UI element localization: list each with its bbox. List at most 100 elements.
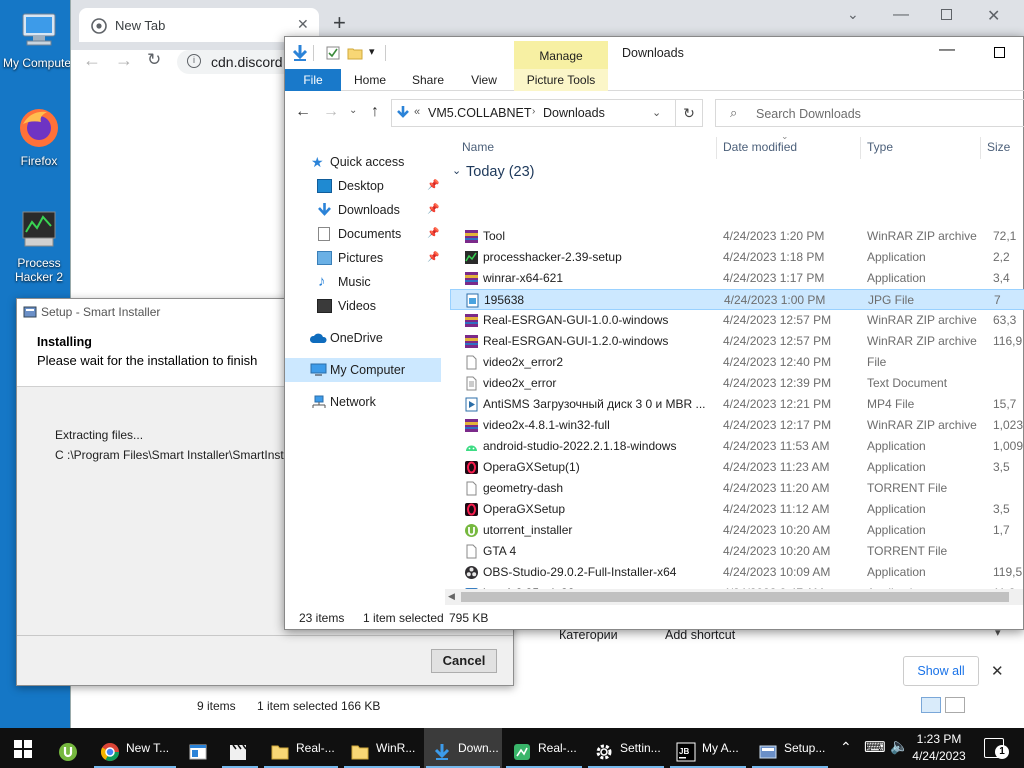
- nav-videos[interactable]: Videos: [285, 294, 441, 318]
- forward-arrow-icon[interactable]: →: [323, 103, 339, 121]
- breadcrumb-current[interactable]: Downloads: [543, 106, 605, 120]
- volume-icon[interactable]: 🔈: [890, 737, 909, 755]
- back-arrow-icon[interactable]: ←: [83, 50, 101, 71]
- new-folder-icon[interactable]: [347, 45, 363, 61]
- minimize-icon[interactable]: —: [939, 41, 955, 59]
- file-row[interactable]: winrar-x64-621 4/24/2023 1:17 PM Applicati…: [450, 268, 1024, 289]
- breadcrumb-root[interactable]: VM5.COLLABNET: [428, 106, 532, 120]
- file-row[interactable]: AntiSMS Загрузочный диск 3 0 и MBR ... 4/…: [450, 394, 1024, 415]
- column-header-date[interactable]: Date modified: [723, 140, 797, 154]
- file-row[interactable]: 195638 4/24/2023 1:00 PM JPG File 7: [450, 289, 1024, 310]
- taskbar-item[interactable]: [50, 728, 90, 768]
- scrollbar-thumb[interactable]: [461, 592, 1009, 602]
- file-row[interactable]: Real-ESRGAN-GUI-1.2.0-windows 4/24/2023 1…: [450, 331, 1024, 352]
- file-row[interactable]: OperaGXSetup 4/24/2023 11:12 AM Applicatio…: [450, 499, 1024, 520]
- network-status-icon[interactable]: ⌨: [864, 738, 886, 756]
- tab-share[interactable]: Share: [403, 69, 453, 91]
- address-bar[interactable]: « VM5.COLLABNET › Downloads ⌄: [391, 99, 703, 127]
- new-tab-plus-icon[interactable]: +: [333, 12, 346, 34]
- file-row[interactable]: OperaGXSetup(1) 4/24/2023 11:23 AM Applica…: [450, 457, 1024, 478]
- taskbar-item[interactable]: JB My A...: [668, 728, 748, 768]
- horizontal-scrollbar[interactable]: ◀: [445, 589, 1023, 605]
- properties-icon[interactable]: [325, 45, 341, 61]
- windows-start-icon[interactable]: [14, 740, 32, 758]
- file-row[interactable]: processhacker-2.39-setup 4/24/2023 1:18 P…: [450, 247, 1024, 268]
- recent-locations-icon[interactable]: ⌄: [349, 105, 357, 116]
- file-row[interactable]: video2x_error2 4/24/2023 12:40 PM File: [450, 352, 1024, 373]
- nav-network[interactable]: Network: [285, 390, 441, 414]
- column-divider[interactable]: [860, 137, 861, 159]
- maximize-icon[interactable]: [994, 47, 1005, 58]
- nav-my-computer[interactable]: My Computer: [285, 358, 441, 382]
- nav-documents[interactable]: Documents 📌: [285, 222, 441, 246]
- taskbar-item[interactable]: Down...: [424, 728, 502, 768]
- cancel-button[interactable]: Cancel: [431, 649, 497, 673]
- nav-music[interactable]: ♪ Music: [285, 270, 441, 294]
- chrome-tab-search-icon[interactable]: ⌄: [847, 6, 859, 23]
- file-row[interactable]: video2x_error 4/24/2023 12:39 PM Text Docu…: [450, 373, 1024, 394]
- file-row[interactable]: video2x-4.8.1-win32-full 4/24/2023 12:17 …: [450, 415, 1024, 436]
- file-row[interactable]: OBS-Studio-29.0.2-Full-Installer-x64 4/24…: [450, 562, 1024, 583]
- taskbar-item[interactable]: New T...: [92, 728, 178, 768]
- collapse-chevron-icon[interactable]: ⌄: [452, 164, 461, 177]
- back-arrow-icon[interactable]: ←: [295, 103, 311, 121]
- nav-pictures[interactable]: Pictures 📌: [285, 246, 441, 270]
- column-header-type[interactable]: Type: [867, 140, 893, 154]
- large-icons-view-icon[interactable]: [945, 697, 965, 713]
- refresh-icon[interactable]: ↻: [675, 99, 703, 127]
- up-arrow-icon[interactable]: ↑: [371, 103, 379, 121]
- desktop-icon-my-computer[interactable]: My Computer: [2, 8, 76, 70]
- taskbar-item[interactable]: Real-...: [262, 728, 340, 768]
- tab-view[interactable]: View: [459, 69, 509, 91]
- tab-close-icon[interactable]: ✕: [297, 16, 309, 33]
- taskbar-item[interactable]: Settin...: [586, 728, 666, 768]
- show-all-button[interactable]: Show all: [903, 656, 979, 686]
- taskbar-item[interactable]: Real-...: [504, 728, 584, 768]
- reload-icon[interactable]: ↻: [147, 50, 161, 70]
- close-panel-icon[interactable]: ✕: [991, 662, 1004, 680]
- file-row[interactable]: utorrent_installer 4/24/2023 10:20 AM Appl…: [450, 520, 1024, 541]
- nav-onedrive[interactable]: OneDrive: [285, 326, 441, 350]
- taskbar-item[interactable]: WinR...: [342, 728, 422, 768]
- file-row[interactable]: Real-ESRGAN-GUI-1.0.0-windows 4/24/2023 1…: [450, 310, 1024, 331]
- clock-time[interactable]: 1:23 PM: [914, 732, 964, 746]
- breadcrumb-overflow-icon[interactable]: «: [414, 106, 420, 118]
- file-row[interactable]: android-studio-2022.2.1.18-windows 4/24/2…: [450, 436, 1024, 457]
- pin-icon[interactable]: 📌: [427, 246, 439, 270]
- file-row[interactable]: Tool 4/24/2023 1:20 PM WinRAR ZIP archive 7…: [450, 226, 1024, 247]
- notification-center-icon[interactable]: 1: [984, 738, 1009, 759]
- nav-quick-access[interactable]: ★ Quick access: [285, 150, 441, 174]
- show-hidden-icons-chevron-icon[interactable]: ⌃: [840, 739, 852, 756]
- taskbar-item[interactable]: Setup...: [750, 728, 830, 768]
- desktop-icon-firefox[interactable]: Firefox: [2, 106, 76, 168]
- column-header-name[interactable]: Name: [462, 140, 494, 154]
- minimize-icon[interactable]: —: [893, 6, 909, 24]
- nav-desktop[interactable]: Desktop 📌: [285, 174, 441, 198]
- tab-picture-tools[interactable]: Picture Tools: [514, 69, 608, 91]
- pin-icon[interactable]: 📌: [427, 174, 439, 198]
- column-divider[interactable]: [980, 137, 981, 159]
- column-header-size[interactable]: Size: [987, 140, 1010, 154]
- tab-file[interactable]: File: [285, 69, 341, 91]
- chrome-tab[interactable]: New Tab ✕: [79, 8, 319, 42]
- desktop-icon-process-hacker[interactable]: Process Hacker 2: [2, 208, 76, 284]
- site-info-icon[interactable]: i: [187, 54, 201, 68]
- scroll-left-arrow-icon[interactable]: ◀: [448, 591, 455, 602]
- manage-context-tab[interactable]: Manage: [514, 41, 608, 69]
- close-icon[interactable]: ✕: [987, 6, 1000, 26]
- file-row[interactable]: GTA 4 4/24/2023 10:20 AM TORRENT File: [450, 541, 1024, 562]
- breadcrumb-separator-icon[interactable]: ›: [532, 106, 535, 117]
- tab-home[interactable]: Home: [345, 69, 395, 91]
- nav-downloads[interactable]: Downloads 📌: [285, 198, 441, 222]
- group-header[interactable]: ⌄ Today (23): [450, 163, 1024, 185]
- taskbar-item[interactable]: [180, 728, 218, 768]
- pin-icon[interactable]: 📌: [427, 198, 439, 222]
- add-shortcut-link[interactable]: Add shortcut: [665, 628, 735, 642]
- qat-dropdown-icon[interactable]: ▾: [369, 45, 375, 58]
- maximize-icon[interactable]: [941, 9, 952, 20]
- search-box[interactable]: ⌕ Search Downloads: [715, 99, 1024, 127]
- forward-arrow-icon[interactable]: →: [115, 50, 133, 71]
- address-dropdown-icon[interactable]: ⌄: [652, 106, 661, 119]
- column-divider[interactable]: [716, 137, 717, 159]
- clock-date[interactable]: 4/24/2023: [910, 749, 968, 763]
